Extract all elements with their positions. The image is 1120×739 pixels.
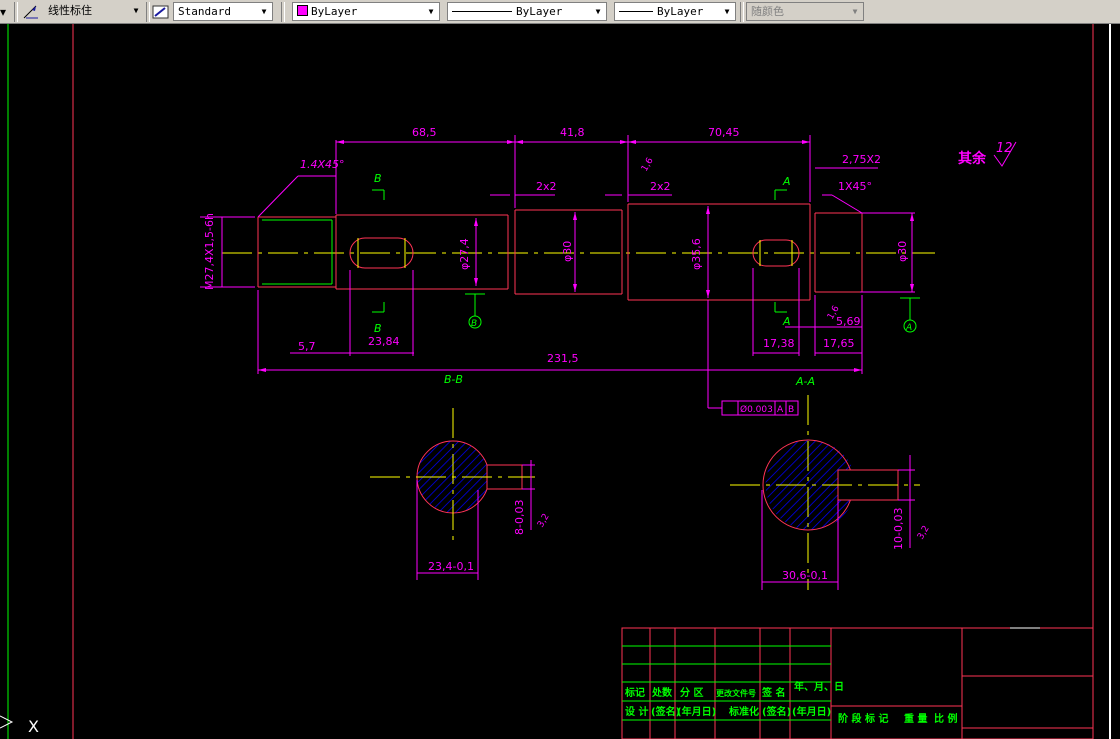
dim-70-45: 70,45 [708, 126, 740, 139]
dim-23-84: 23,84 [368, 335, 400, 348]
tb-stage-mark: 阶 段 标 记 [838, 712, 888, 725]
dimension-texts: 68,5 41,8 70,45 2,75X2 1.4X45° 1X45° 2x2… [203, 126, 909, 415]
plotstyle-value: 随颜色 [751, 5, 784, 18]
rest-roughness-label: 其余 [958, 150, 987, 167]
text-style-select[interactable]: Standard ▼ [173, 2, 273, 21]
linetype-preview [452, 11, 512, 12]
tolerance-frame-value: Ø0.003 [740, 404, 773, 415]
section-bb-depth-dim: 8-0,03 [513, 500, 526, 535]
dimension-style-select[interactable]: 线性标住 ▼ [44, 2, 144, 21]
text-style-icon[interactable] [150, 1, 172, 22]
plotstyle-control-select: 随颜色 ▼ [746, 2, 864, 21]
dimension-lines [200, 135, 915, 416]
color-value: ByLayer [311, 5, 358, 18]
dim-phi-27-4: φ27,4 [458, 238, 471, 270]
tb-standard: 标准化 [728, 705, 759, 718]
properties-toolbar: ▾ 线性标住 ▼ Standard ▼ ByLayer ▼ ByLayer ▼ … [0, 0, 1120, 24]
tb-weight: 重 量 [904, 712, 927, 725]
section-bb-width-dim: 23,4-0,1 [428, 560, 474, 573]
section-b-bottom-label: B [374, 322, 382, 335]
rest-roughness-value: 12 [996, 141, 1013, 156]
drawing-canvas[interactable]: 68,5 41,8 70,45 2,75X2 1.4X45° 1X45° 2x2… [0, 24, 1120, 739]
tb-date: 年、月、日 [794, 680, 844, 693]
text-style-value: Standard [178, 5, 231, 18]
chevron-down-icon[interactable]: ▼ [590, 3, 606, 20]
tb-mark: 标记 [624, 686, 645, 699]
section-aa-width-dim: 30,6-0,1 [782, 569, 828, 582]
lineweight-preview [619, 11, 653, 12]
section-bb-roughness: 3,2 [536, 512, 552, 529]
toolbar-grip[interactable]: ▾ [0, 1, 6, 22]
dim-41-8: 41,8 [560, 126, 585, 139]
section-aa-title: A-A [795, 375, 815, 388]
section-b-top-label: B [374, 172, 382, 185]
dimension-arrows [258, 140, 914, 372]
rest-roughness: 其余 12 [958, 141, 1017, 167]
dim-68-5: 68,5 [412, 126, 437, 139]
dim-phi-30-b: φ30 [896, 241, 909, 262]
dim-2-75x2: 2,75X2 [842, 153, 881, 166]
linetype-control-select[interactable]: ByLayer ▼ [447, 2, 607, 21]
toolbar-separator [740, 2, 744, 22]
dimension-style-value: 线性标住 [48, 4, 92, 17]
dim-5-69: 5,69 [836, 315, 861, 328]
tb-signature: 签 名 [761, 686, 785, 699]
dim-chamfer-1-4: 1.4X45° [300, 158, 345, 171]
dimension-style-icon[interactable] [20, 1, 42, 22]
section-aa-depth-dim: 10-0,03 [892, 508, 905, 550]
lineweight-control-select[interactable]: ByLayer ▼ [614, 2, 736, 21]
toolbar-separator [14, 2, 18, 22]
section-a-top-label: A [782, 175, 791, 188]
linetype-value: ByLayer [516, 5, 563, 18]
tolerance-datum-a: A [777, 405, 784, 415]
tb-design: 设 计 [625, 705, 648, 718]
roughness-1-6-a: 1,6 [640, 156, 656, 174]
shaft-drawing: 68,5 41,8 70,45 2,75X2 1.4X45° 1X45° 2x2… [0, 24, 1111, 739]
dim-5-7: 5,7 [298, 340, 316, 353]
chevron-down-icon[interactable]: ▼ [128, 2, 144, 19]
datum-b-label: B [471, 319, 477, 329]
section-aa-roughness: 3,2 [916, 524, 932, 541]
title-block: 标记 处数 分 区 更改文件号 签 名 年、月、日 设 计 (签名) (年月日)… [621, 627, 1094, 739]
tb-sign-a: (签名) [651, 705, 680, 718]
dim-2x2-a: 2x2 [536, 180, 557, 193]
dim-17-65: 17,65 [823, 337, 855, 350]
dim-231-5: 231,5 [547, 352, 579, 365]
tb-sign-b: (签名) [762, 705, 791, 718]
tb-change-doc: 更改文件号 [716, 688, 756, 698]
tb-ymd-a: (年月日) [677, 705, 716, 718]
dim-phi-35-6: φ35,6 [690, 238, 703, 270]
dim-thread: M27,4X1,5-6h [203, 213, 216, 290]
chevron-down-icon[interactable]: ▼ [256, 3, 272, 20]
section-aa-view: 30,6-0,1 10-0,03 3,2 [730, 395, 932, 590]
dim-17-38: 17,38 [763, 337, 795, 350]
chevron-down-icon[interactable]: ▼ [423, 3, 439, 20]
lineweight-value: ByLayer [657, 5, 704, 18]
color-swatch [297, 5, 308, 16]
ucs-x-label: X [28, 717, 39, 736]
toolbar-separator [281, 2, 285, 22]
section-a-bottom-label: A [782, 315, 791, 328]
chevron-down-icon: ▼ [852, 7, 858, 16]
tb-count: 处数 [651, 686, 673, 699]
tb-zone: 分 区 [680, 686, 703, 699]
shaft-outline [257, 203, 863, 301]
color-control-select[interactable]: ByLayer ▼ [292, 2, 440, 21]
dim-chamfer-1: 1X45° [838, 180, 872, 193]
dim-phi-30-a: φ30 [561, 241, 574, 262]
tb-scale: 比 例 [934, 712, 957, 725]
thread-detail [262, 219, 333, 285]
tolerance-datum-b: B [788, 405, 794, 415]
dim-2x2-b: 2x2 [650, 180, 671, 193]
datum-a-label: A [905, 323, 912, 333]
tb-ymd-b: (年月日) [792, 705, 831, 718]
section-bb-view: 23,4-0,1 8-0,03 3,2 [370, 408, 552, 580]
chevron-down-icon[interactable]: ▼ [719, 3, 735, 20]
ucs-icon: X [0, 715, 39, 736]
section-bb-title: B-B [444, 373, 463, 386]
